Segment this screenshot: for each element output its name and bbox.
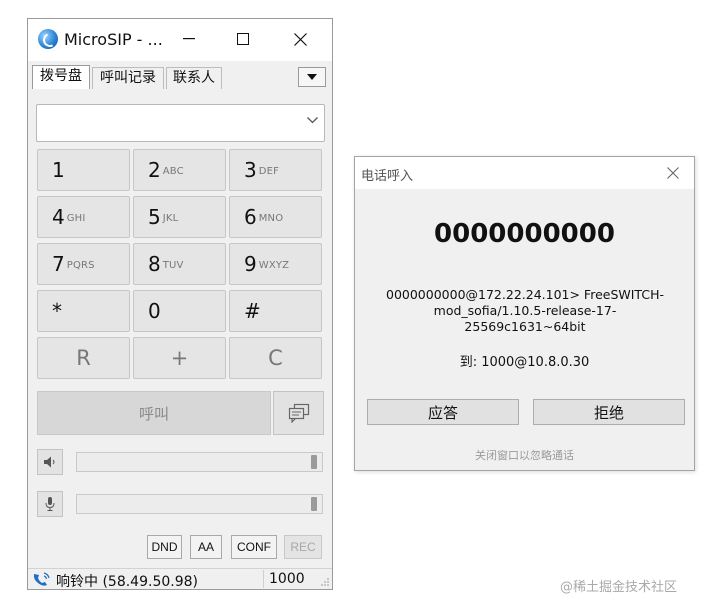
key-8[interactable]: 8 TUV xyxy=(133,243,226,285)
account-extension: 1000 xyxy=(269,571,305,587)
tab-call-history[interactable]: 呼叫记录 xyxy=(92,67,164,89)
close-icon xyxy=(293,32,307,46)
key-1[interactable]: 1 xyxy=(37,149,130,191)
chevron-down-icon xyxy=(307,117,318,124)
microsip-main-window: MicroSIP - ... 拨号盘 呼叫记录 联系人 1 2 ABC 3 DEF … xyxy=(27,18,333,590)
caller-uri: 0000000000@172.22.24.101> FreeSWITCH-mod… xyxy=(386,287,664,334)
key-label: C xyxy=(268,346,283,370)
key-digit: 3 xyxy=(244,158,257,182)
key-letters: TUV xyxy=(162,259,184,271)
speaker-volume-slider[interactable] xyxy=(76,452,323,472)
dialog-title-bar[interactable]: 电话呼入 xyxy=(355,157,694,189)
auto-answer-button[interactable]: AA xyxy=(190,535,222,559)
dialog-close-button[interactable] xyxy=(661,162,685,184)
reject-button[interactable]: 拒绝 xyxy=(533,399,685,425)
key-letters: JKL xyxy=(162,212,179,224)
call-button[interactable]: 呼叫 xyxy=(37,391,271,435)
key-letters: WXYZ xyxy=(258,259,290,271)
key-digit: * xyxy=(52,299,62,323)
conference-button[interactable]: CONF xyxy=(231,535,277,559)
watermark: @稀土掘金技术社区 xyxy=(560,580,678,595)
key-6[interactable]: 6 MNO xyxy=(229,196,322,238)
key-label: R xyxy=(76,346,91,370)
key-letters: PQRS xyxy=(66,259,95,271)
microphone-icon xyxy=(45,497,55,511)
tab-dialpad[interactable]: 拨号盘 xyxy=(32,65,90,89)
speaker-mute-button[interactable] xyxy=(37,449,63,475)
call-status-text: 响铃中 (58.49.50.98) xyxy=(56,574,198,590)
message-button[interactable] xyxy=(273,391,324,435)
slider-thumb[interactable] xyxy=(311,455,317,469)
minimize-icon xyxy=(183,38,195,40)
key-plus[interactable]: + xyxy=(133,337,226,379)
key-5[interactable]: 5 JKL xyxy=(133,196,226,238)
tab-strip: 拨号盘 呼叫记录 联系人 xyxy=(28,63,332,89)
status-divider xyxy=(263,570,264,588)
key-redial[interactable]: R xyxy=(37,337,130,379)
caller-number: 0000000000 xyxy=(434,219,615,249)
answer-button[interactable]: 应答 xyxy=(367,399,519,425)
close-button[interactable] xyxy=(277,19,323,59)
key-digit: 2 xyxy=(148,158,161,182)
key-0[interactable]: 0 xyxy=(133,290,226,332)
menu-dropdown-button[interactable] xyxy=(298,67,326,87)
close-icon xyxy=(667,167,679,179)
microphone-mute-button[interactable] xyxy=(37,491,63,517)
speaker-icon xyxy=(44,456,55,468)
key-digit: 5 xyxy=(148,205,161,229)
key-letters: GHI xyxy=(66,212,86,224)
key-letters: ABC xyxy=(162,165,184,177)
callee-address: 到: 1000@10.8.0.30 xyxy=(459,355,590,370)
window-title: MicroSIP - ... xyxy=(64,30,163,49)
key-digit: 6 xyxy=(244,205,257,229)
key-hash[interactable]: # xyxy=(229,290,322,332)
number-combobox[interactable] xyxy=(36,104,325,142)
key-2[interactable]: 2 ABC xyxy=(133,149,226,191)
number-input[interactable] xyxy=(41,109,296,137)
record-button[interactable]: REC xyxy=(284,535,322,559)
key-digit: 8 xyxy=(148,252,161,276)
key-digit: # xyxy=(244,299,261,323)
key-star[interactable]: * xyxy=(37,290,130,332)
microphone-volume-slider[interactable] xyxy=(76,494,323,514)
microsip-logo-icon xyxy=(38,29,58,49)
title-bar[interactable]: MicroSIP - ... xyxy=(28,19,332,61)
ignore-hint: 关闭窗口以忽略通话 xyxy=(475,449,574,462)
resize-grip-icon xyxy=(321,578,329,586)
key-letters: MNO xyxy=(258,212,284,224)
key-9[interactable]: 9 WXYZ xyxy=(229,243,322,285)
maximize-button[interactable] xyxy=(220,19,266,59)
minimize-button[interactable] xyxy=(166,19,212,59)
slider-thumb[interactable] xyxy=(311,497,317,511)
triangle-down-icon xyxy=(307,74,317,80)
dialog-title: 电话呼入 xyxy=(361,169,414,184)
key-clear[interactable]: C xyxy=(229,337,322,379)
key-7[interactable]: 7 PQRS xyxy=(37,243,130,285)
key-digit: 0 xyxy=(148,299,161,323)
key-digit: 1 xyxy=(52,158,65,182)
maximize-icon xyxy=(237,33,249,45)
tab-contacts[interactable]: 联系人 xyxy=(166,67,222,89)
message-icon xyxy=(288,403,309,423)
key-3[interactable]: 3 DEF xyxy=(229,149,322,191)
key-digit: 9 xyxy=(244,252,257,276)
key-label: + xyxy=(170,346,189,370)
dnd-button[interactable]: DND xyxy=(147,535,182,559)
key-digit: 7 xyxy=(52,252,65,276)
status-bar: 响铃中 (58.49.50.98) 1000 xyxy=(28,568,332,590)
key-4[interactable]: 4 GHI xyxy=(37,196,130,238)
key-letters: DEF xyxy=(258,165,280,177)
incoming-call-dialog: 电话呼入 0000000000 0000000000@172.22.24.101… xyxy=(354,156,695,471)
ringing-phone-icon xyxy=(33,572,50,586)
key-digit: 4 xyxy=(52,205,65,229)
